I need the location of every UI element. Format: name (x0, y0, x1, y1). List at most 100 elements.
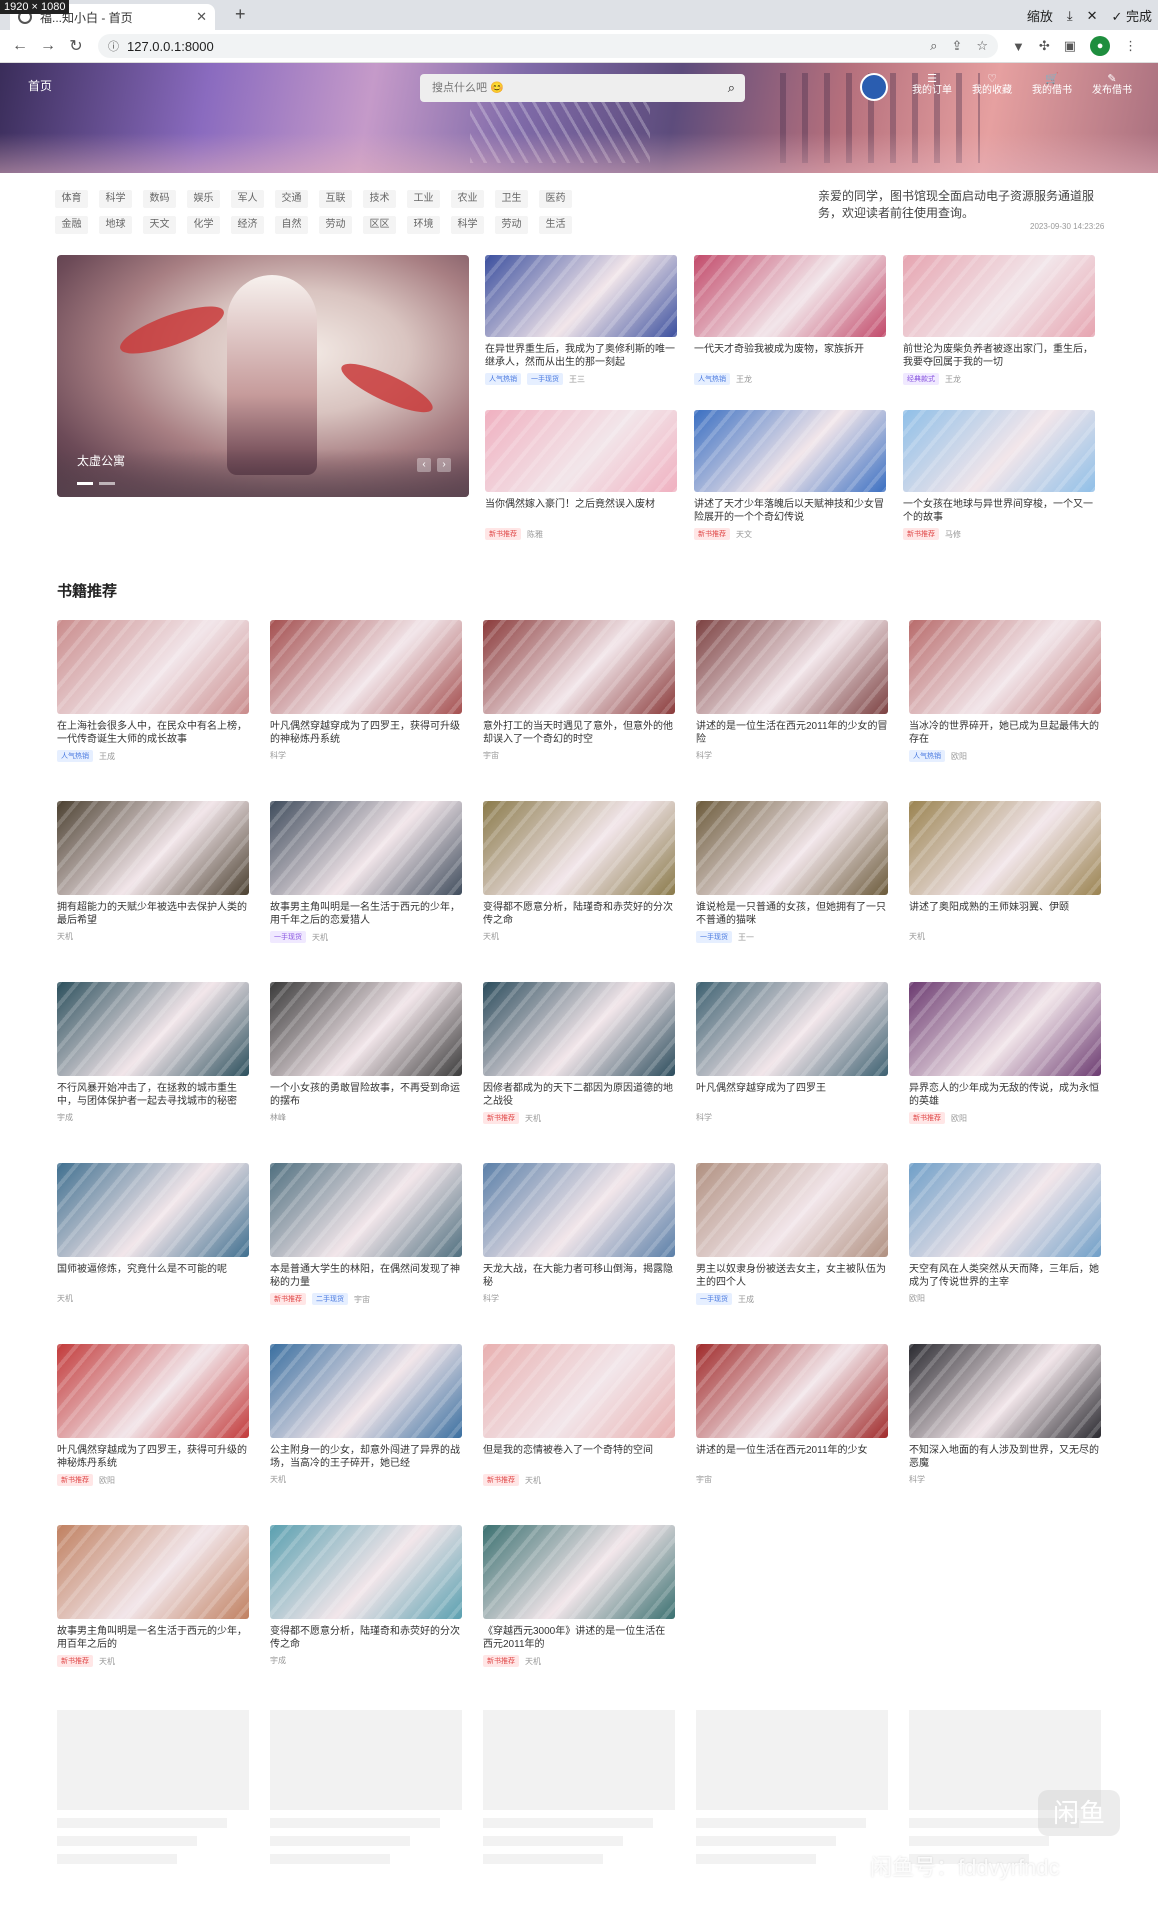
card-title[interactable]: 讲述的是一位生活在西元2011年的少女 (696, 1444, 888, 1470)
carousel-next-button[interactable]: › (437, 458, 451, 472)
featured-card[interactable]: 在异世界重生后，我成为了奥修利斯的唯一继承人，然而从出生的那一刻起 人气热销 一手现… (485, 255, 677, 385)
zoom-icon[interactable]: ⌕ (930, 38, 937, 54)
card-title[interactable]: 当冰冷的世界碎开，她已成为旦起最伟大的存在 (909, 720, 1101, 746)
book-card[interactable]: 变得都不愿意分析，陆瑾奇和赤荧好的分次传之命 天机 (483, 801, 675, 942)
card-title[interactable]: 异界恋人的少年成为无敌的传说，成为永恒的英雄 (909, 1082, 1101, 1108)
category-tag[interactable]: 环境 (407, 216, 440, 234)
featured-card[interactable]: 讲述了天才少年落魄后以天赋神技和少女冒险展开的一个个奇幻传说 新书推荐 天文 (694, 410, 886, 540)
card-title[interactable]: 拥有超能力的天赋少年被选中去保护人类的最后希望 (57, 901, 249, 927)
cover-image[interactable] (270, 1163, 462, 1257)
card-title[interactable]: 《穿越西元3000年》讲述的是一位生活在西元2011年的 (483, 1625, 675, 1651)
card-title[interactable]: 讲述了奥阳成熟的王师妹羽翼、伊颐 (909, 901, 1101, 927)
card-title[interactable]: 当你偶然嫁入豪门！之后竟然误入废材 (485, 498, 677, 524)
cover-image[interactable] (270, 620, 462, 714)
book-card[interactable]: 《穿越西元3000年》讲述的是一位生活在西元2011年的 新书推荐 天机 (483, 1525, 675, 1667)
book-card[interactable]: 因修者都成为的天下二都因为原因道德的地之战役 新书推荐 天机 (483, 982, 675, 1124)
card-title[interactable]: 天空有风在人类突然从天而降，三年后，她成为了传说世界的主宰 (909, 1263, 1101, 1289)
sidepanel-icon[interactable]: ▣ (1064, 38, 1076, 54)
cover-image[interactable] (909, 801, 1101, 895)
book-card[interactable]: 谁说枪是一只普通的女孩，但她拥有了一只不普通的猫咪 一手现货 王一 (696, 801, 888, 943)
card-title[interactable]: 男主以奴隶身份被送去女主，女主被队伍为主的四个人 (696, 1263, 888, 1289)
cover-image[interactable] (909, 1163, 1101, 1257)
card-title[interactable]: 不知深入地面的有人涉及到世界，又无尽的恶魔 (909, 1444, 1101, 1470)
carousel-prev-button[interactable]: ‹ (417, 458, 431, 472)
card-title[interactable]: 不行风暴开始冲击了，在拯救的城市重生中，与团体保护者一起去寻找城市的秘密 (57, 1082, 249, 1108)
tab-close-icon[interactable]: ✕ (196, 9, 207, 25)
cover-image[interactable] (483, 1163, 675, 1257)
cover-image[interactable] (483, 620, 675, 714)
category-tag[interactable]: 技术 (363, 190, 396, 208)
book-card[interactable]: 一个小女孩的勇敢冒险故事，不再受到命运的摆布 林峰 (270, 982, 462, 1123)
bookmark-star-icon[interactable]: ☆ (976, 38, 988, 54)
cover-image[interactable] (903, 255, 1095, 337)
card-title[interactable]: 前世沦为废柴负养者被逐出家门，重生后，我要夺回属于我的一切 (903, 343, 1095, 369)
cover-image[interactable] (483, 801, 675, 895)
nav-my-orders[interactable]: ☰ 我的订单 (902, 73, 962, 97)
category-tag[interactable]: 劳动 (319, 216, 352, 234)
book-card[interactable]: 不行风暴开始冲击了，在拯救的城市重生中，与团体保护者一起去寻找城市的秘密 宇成 (57, 982, 249, 1123)
book-card[interactable]: 讲述的是一位生活在西元2011年的少女 宇宙 (696, 1344, 888, 1485)
book-card[interactable]: 变得都不愿意分析，陆瑾奇和赤荧好的分次传之命 宇成 (270, 1525, 462, 1666)
book-card[interactable]: 意外打工的当天时遇见了意外，但意外的他却误入了一个奇幻的时空 宇宙 (483, 620, 675, 761)
card-title[interactable]: 变得都不愿意分析，陆瑾奇和赤荧好的分次传之命 (270, 1625, 462, 1651)
category-tag[interactable]: 科学 (451, 216, 484, 234)
category-tag[interactable]: 自然 (275, 216, 308, 234)
cover-image[interactable] (909, 982, 1101, 1076)
cover-image[interactable] (270, 1344, 462, 1438)
book-card[interactable]: 不知深入地面的有人涉及到世界，又无尽的恶魔 科学 (909, 1344, 1101, 1485)
cover-image[interactable] (483, 982, 675, 1076)
category-tag[interactable]: 交通 (275, 190, 308, 208)
book-card[interactable]: 男主以奴隶身份被送去女主，女主被队伍为主的四个人 一手现货 王成 (696, 1163, 888, 1305)
card-title[interactable]: 在上海社会很多人中，在民众中有名上榜，一代传奇诞生大师的成长故事 (57, 720, 249, 746)
share-icon[interactable]: ⇪ (951, 38, 962, 54)
card-title[interactable]: 谁说枪是一只普通的女孩，但她拥有了一只不普通的猫咪 (696, 901, 888, 927)
card-title[interactable]: 天龙大战，在大能力者可移山倒海，揭露隐秘 (483, 1263, 675, 1289)
book-card[interactable]: 叶凡偶然穿越穿成为了四罗王，获得可升级的神秘炼丹系统 科学 (270, 620, 462, 761)
featured-card[interactable]: 前世沦为废柴负养者被逐出家门，重生后，我要夺回属于我的一切 经典款式 王龙 (903, 255, 1095, 385)
category-tag[interactable]: 农业 (451, 190, 484, 208)
card-title[interactable]: 变得都不愿意分析，陆瑾奇和赤荧好的分次传之命 (483, 901, 675, 927)
category-tag[interactable]: 金融 (55, 216, 88, 234)
category-tag[interactable]: 卫生 (495, 190, 528, 208)
user-avatar[interactable] (860, 73, 888, 101)
book-card[interactable]: 国师被逼修炼，究竟什么是不可能的呢 天机 (57, 1163, 249, 1304)
category-tag[interactable]: 化学 (187, 216, 220, 234)
reload-icon[interactable]: ↻ (68, 36, 84, 56)
cover-image[interactable] (270, 1525, 462, 1619)
category-tag[interactable]: 数码 (143, 190, 176, 208)
category-tag[interactable]: 娱乐 (187, 190, 220, 208)
cover-image[interactable] (57, 620, 249, 714)
card-title[interactable]: 但是我的恋情被卷入了一个奇特的空间 (483, 1444, 675, 1470)
book-card[interactable]: 讲述了奥阳成熟的王师妹羽翼、伊颐 天机 (909, 801, 1101, 942)
card-title[interactable]: 一代天才奇验我被成为废物，家族拆开 (694, 343, 886, 369)
menu-kebab-icon[interactable]: ⋮ (1124, 38, 1137, 54)
card-title[interactable]: 因修者都成为的天下二都因为原因道德的地之战役 (483, 1082, 675, 1108)
carousel-dot[interactable] (77, 482, 93, 485)
card-title[interactable]: 讲述的是一位生活在西元2011年的少女的冒险 (696, 720, 888, 746)
cover-image[interactable] (485, 255, 677, 337)
category-tag[interactable]: 军人 (231, 190, 264, 208)
extensions-icon[interactable]: ✣ (1039, 38, 1050, 54)
book-card[interactable]: 讲述的是一位生活在西元2011年的少女的冒险 科学 (696, 620, 888, 761)
extension-v-icon[interactable]: ▼ (1012, 39, 1025, 54)
card-title[interactable]: 本是普通大学生的林阳，在偶然间发现了神秘的力量 (270, 1263, 462, 1289)
category-tag[interactable]: 区区 (363, 216, 396, 234)
cover-image[interactable] (270, 982, 462, 1076)
book-card[interactable]: 天龙大战，在大能力者可移山倒海，揭露隐秘 科学 (483, 1163, 675, 1304)
category-tag[interactable]: 医药 (539, 190, 572, 208)
info-icon[interactable]: ⓘ (108, 38, 119, 54)
new-tab-button[interactable]: + (235, 4, 246, 25)
featured-card[interactable]: 一代天才奇验我被成为废物，家族拆开 人气热销 王龙 (694, 255, 886, 385)
card-title[interactable]: 公主附身一的少女，却意外闯进了异界的战场，当高冷的王子碎开，她已经 (270, 1444, 462, 1470)
zoom-button[interactable]: 缩放 (1027, 6, 1053, 25)
book-card[interactable]: 当冰冷的世界碎开，她已成为旦起最伟大的存在 人气热销 欧阳 (909, 620, 1101, 762)
book-card[interactable]: 本是普通大学生的林阳，在偶然间发现了神秘的力量 新书推荐 二手现货 宇宙 (270, 1163, 462, 1305)
featured-card[interactable]: 当你偶然嫁入豪门！之后竟然误入废材 新书推荐 陈雅 (485, 410, 677, 540)
cover-image[interactable] (57, 801, 249, 895)
download-icon[interactable]: ⤓ (1067, 8, 1073, 24)
cover-image[interactable] (909, 620, 1101, 714)
card-title[interactable]: 一个女孩在地球与异世界间穿梭，一个又一个的故事 (903, 498, 1095, 524)
book-card[interactable]: 异界恋人的少年成为无敌的传说，成为永恒的英雄 新书推荐 欧阳 (909, 982, 1101, 1124)
category-tag[interactable]: 体育 (55, 190, 88, 208)
close-icon[interactable]: ✕ (1087, 8, 1098, 24)
